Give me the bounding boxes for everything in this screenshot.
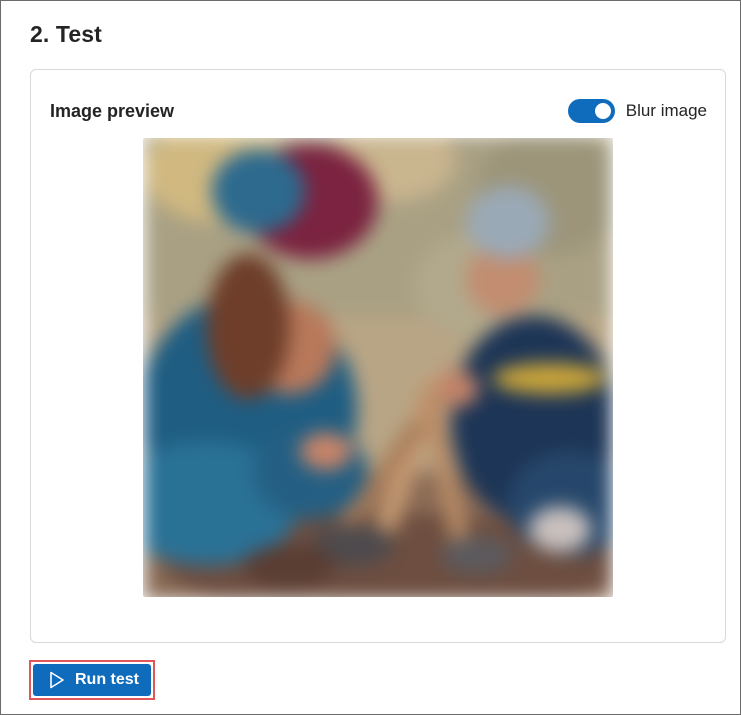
run-test-highlight: Run test [29, 660, 155, 700]
image-preview-card: Image preview Blur image [30, 69, 726, 643]
run-test-label: Run test [75, 671, 139, 688]
blur-image-label: Blur image [625, 101, 707, 120]
run-test-button[interactable]: Run test [33, 664, 151, 696]
test-panel: 2. Test Image preview Blur image Run tes… [0, 0, 741, 715]
toggle-knob [594, 103, 611, 119]
blur-image-toggle-group: Blur image [567, 99, 707, 123]
image-preview-title: Image preview [50, 101, 175, 121]
blur-image-toggle[interactable] [567, 99, 615, 123]
blurred-image [143, 138, 613, 597]
image-preview [143, 138, 613, 597]
play-icon [50, 671, 64, 689]
section-title: 2. Test [30, 21, 102, 47]
